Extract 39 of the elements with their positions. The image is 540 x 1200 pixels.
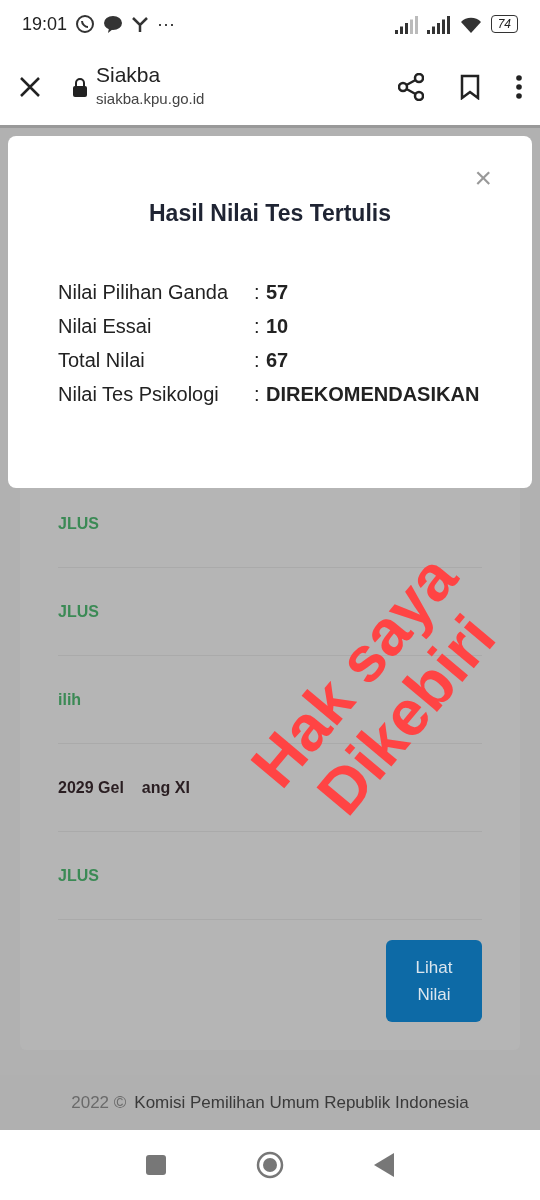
- status-text: JLUS: [58, 865, 99, 886]
- row-text: ang XI: [141, 777, 190, 798]
- page-title: Siakba: [96, 62, 162, 89]
- modal-title: Hasil Nilai Tes Tertulis: [148, 199, 392, 228]
- battery-indicator: 74: [490, 15, 518, 33]
- status-text: ilih: [58, 689, 82, 710]
- colon-text: :: [254, 313, 261, 339]
- url-text: siakba.kpu.go.id: [96, 89, 205, 110]
- signal-icon: [394, 14, 419, 34]
- status-text: JLUS: [58, 601, 99, 622]
- score-value: DIREKOMENDASIKAN: [266, 381, 481, 407]
- copyright-year: 2022 ©: [71, 1091, 127, 1114]
- score-value: 67: [266, 347, 290, 373]
- home-icon[interactable]: [256, 1151, 284, 1179]
- message-icon: [103, 15, 124, 33]
- organization-name: Komisi Pemilihan Umum Republik Indonesia: [134, 1091, 469, 1114]
- share-icon[interactable]: [398, 72, 424, 101]
- signal-icon: [426, 14, 451, 34]
- bookmark-icon[interactable]: [460, 73, 480, 100]
- close-button[interactable]: ×: [474, 166, 492, 190]
- menu-icon[interactable]: [516, 74, 522, 99]
- score-value: 10: [266, 313, 290, 339]
- status-text: JLUS: [58, 513, 99, 534]
- score-label: Nilai Pilihan Ganda: [58, 279, 230, 305]
- lock-icon: [72, 76, 88, 97]
- colon-text: :: [254, 347, 261, 373]
- row-text: 2029 Gel: [58, 777, 124, 798]
- view-score-button[interactable]: Lihat Nilai: [386, 940, 482, 1022]
- close-icon[interactable]: [18, 74, 42, 99]
- clock-time: 19:01: [22, 12, 68, 36]
- score-label: Nilai Essai: [58, 313, 153, 339]
- score-value: 57: [266, 279, 290, 305]
- more-notifications-text: ···: [157, 12, 176, 36]
- back-icon[interactable]: [374, 1153, 394, 1177]
- score-label: Nilai Tes Psikologi: [58, 381, 220, 407]
- colon-text: :: [254, 279, 261, 305]
- colon-text: :: [254, 381, 261, 407]
- fork-icon: [131, 15, 150, 33]
- score-label: Total Nilai: [58, 347, 146, 373]
